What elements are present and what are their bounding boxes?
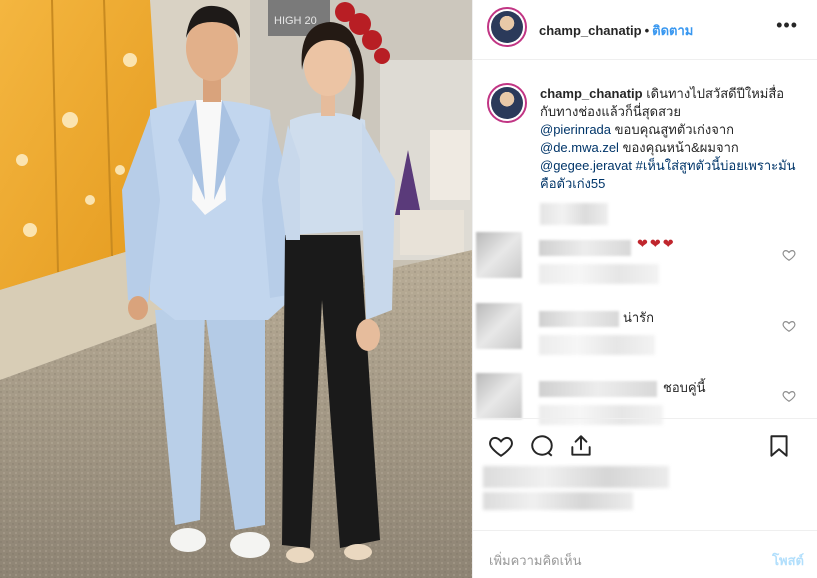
separator-dot: • bbox=[644, 23, 650, 38]
caption-text: champ_chanatip เดินทางไปสวัสดีปีใหม่สื่อ… bbox=[540, 85, 800, 193]
blurred-avatar[interactable] bbox=[476, 373, 522, 419]
post-header: champ_chanatip • ติดตาม ••• bbox=[473, 0, 817, 60]
comment-item: ❤❤❤ bbox=[473, 232, 817, 292]
avatar[interactable] bbox=[487, 7, 527, 47]
post-photo[interactable]: HIGH 20 bbox=[0, 0, 472, 578]
like-heart-icon[interactable] bbox=[488, 433, 514, 459]
blurred-avatar[interactable] bbox=[476, 303, 522, 349]
blurred-meta bbox=[539, 335, 655, 355]
username-link[interactable]: champ_chanatip bbox=[539, 23, 642, 38]
blurred-meta bbox=[539, 264, 659, 284]
heart-icon[interactable] bbox=[782, 248, 796, 262]
heart-icon[interactable] bbox=[782, 389, 796, 403]
photo-scene: HIGH 20 bbox=[0, 0, 472, 578]
caption-username[interactable]: champ_chanatip bbox=[540, 86, 643, 101]
blurred-likes bbox=[483, 466, 683, 518]
comment-input[interactable]: เพิ่มความคิดเห็น bbox=[489, 550, 582, 571]
action-bar bbox=[473, 418, 817, 470]
caption-line: ขอบคุณสูทตัวเก่งจาก bbox=[614, 122, 735, 137]
blurred-avatar[interactable] bbox=[476, 232, 522, 278]
comment-text: น่ารัก bbox=[623, 310, 655, 325]
comment-item: น่ารัก bbox=[473, 303, 817, 363]
caption-avatar[interactable] bbox=[487, 83, 527, 123]
comment-text: ❤❤❤ bbox=[637, 236, 676, 251]
comment-text: ชอบคู่นี้ bbox=[663, 380, 706, 395]
follow-button[interactable]: ติดตาม bbox=[652, 23, 693, 38]
mention-link[interactable]: @de.mwa.zel bbox=[540, 140, 619, 155]
comment-icon[interactable] bbox=[529, 433, 555, 459]
add-comment-bar: เพิ่มความคิดเห็น โพสต์ bbox=[473, 530, 817, 578]
blurred-timestamp bbox=[540, 203, 608, 225]
bookmark-icon[interactable] bbox=[766, 433, 792, 459]
blurred-username[interactable] bbox=[539, 381, 657, 397]
sign-text: HIGH 20 bbox=[274, 15, 317, 27]
caption-line: ของคุณหน้า&ผมจาก bbox=[622, 140, 739, 155]
post-panel: champ_chanatip • ติดตาม ••• champ_chanatip… bbox=[472, 0, 817, 578]
heart-icon[interactable] bbox=[782, 319, 796, 333]
blurred-username[interactable] bbox=[539, 311, 619, 327]
mention-link[interactable]: @gegee.jeravat bbox=[540, 158, 632, 173]
share-icon[interactable] bbox=[568, 433, 594, 459]
mention-link[interactable]: @pierinrada bbox=[540, 122, 611, 137]
more-icon[interactable]: ••• bbox=[776, 16, 798, 34]
blurred-username[interactable] bbox=[539, 240, 631, 256]
post-button[interactable]: โพสต์ bbox=[772, 550, 804, 571]
